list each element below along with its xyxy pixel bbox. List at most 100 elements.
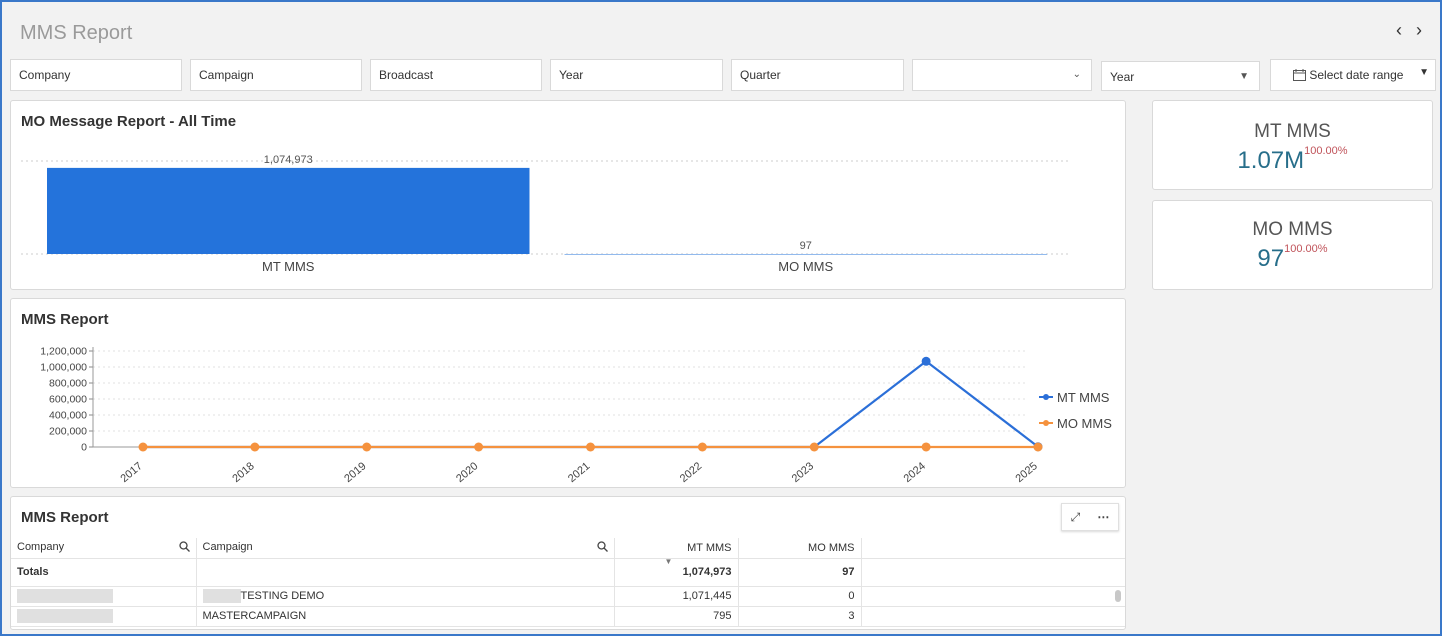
scrollbar-thumb[interactable] (1115, 589, 1121, 602)
header-company[interactable]: Company (11, 538, 197, 559)
y-tick-label: 600,000 (49, 394, 87, 406)
x-tick-label: 2017 (118, 460, 144, 485)
empty-select[interactable]: ⌄ (912, 59, 1092, 91)
app-frame: MMS Report ‹ › Company Campaign Broadcas… (0, 0, 1442, 636)
table-toolbar: ⤢ ⋯ (1061, 503, 1119, 531)
table-header-row: Company Campaign MT MMS MO MMS (11, 538, 1125, 559)
table-totals-row: Totals ▼ 1,074,973 97 (11, 557, 1125, 587)
data-point (697, 442, 707, 452)
y-tick-label: 1,000,000 (40, 362, 87, 374)
data-point (921, 356, 931, 366)
totals-mt-value: 1,074,973 (682, 566, 732, 578)
y-tick-label: 0 (81, 442, 87, 454)
bar-category-label: MT MMS (262, 259, 315, 274)
bar-value-label: 1,074,973 (264, 154, 313, 166)
year-filter[interactable]: Year (550, 59, 723, 91)
kpi-mo-value: 97100.00% (1153, 243, 1432, 273)
kpi-mt-value: 1.07M100.00% (1153, 145, 1432, 175)
redacted-company (17, 589, 113, 603)
totals-mo: 97 (738, 558, 862, 587)
totals-mt: ▼ 1,074,973 (614, 557, 739, 587)
line-chart-panel: MMS Report 1,200,000 1,000,000 800,000 600,… (10, 298, 1126, 488)
line-chart: 1,200,000 1,000,000 800,000 600,000 400,000 2… (40, 346, 1112, 486)
data-point (474, 442, 484, 452)
sort-desc-icon[interactable]: ▼ (665, 557, 673, 566)
row-mo: 3 (738, 606, 862, 627)
data-point (809, 442, 819, 452)
kpi-mo-title: MO MMS (1252, 219, 1333, 240)
bar-chart-panel: MO Message Report - All Time 1,074,973 MT… (10, 100, 1126, 290)
search-icon[interactable] (596, 541, 608, 555)
legend-label: MT MMS (1057, 390, 1110, 405)
company-filter[interactable]: Company (10, 59, 182, 91)
expand-icon[interactable]: ⤢ (1071, 510, 1081, 525)
x-tick-label: 2022 (678, 460, 704, 485)
table-row[interactable]: TESTING DEMO 1,071,445 0 (11, 586, 1125, 607)
x-tick-label: 2024 (902, 460, 928, 485)
table-row[interactable]: MASTERCAMPAIGN 795 3 (11, 606, 1125, 627)
header-mt-mms[interactable]: MT MMS (614, 538, 739, 559)
caret-down-icon: ▼ (1419, 67, 1429, 78)
kpi-mt-percent: 100.00% (1304, 145, 1348, 157)
more-icon[interactable]: ⋯ (1097, 510, 1109, 524)
x-tick-label: 2019 (342, 460, 368, 485)
bar-mo-mms (564, 253, 1047, 255)
caret-down-icon: ▼ (1239, 71, 1249, 82)
kpi-mt-title: MT MMS (1254, 121, 1331, 142)
bar-chart: 1,074,973 MT MMS 97 MO MMS (21, 154, 1071, 274)
chevron-down-icon: ⌄ (1072, 69, 1081, 80)
table-title: MMS Report (21, 509, 109, 526)
y-tick-label: 1,200,000 (40, 346, 87, 358)
header-empty (861, 538, 1125, 559)
x-tick-label: 2025 (1013, 460, 1039, 485)
row-company (11, 586, 197, 607)
chevron-left-icon[interactable]: ‹ (1396, 20, 1402, 41)
year-select[interactable]: Year ▼ (1101, 61, 1260, 91)
app-title: MMS Report (20, 22, 133, 44)
row-empty (861, 586, 1125, 607)
kpi-mo-number: 97 (1257, 245, 1285, 272)
y-tick-label: 400,000 (49, 410, 87, 422)
x-tick-label: 2023 (790, 460, 816, 485)
campaign-filter-label: Campaign (199, 68, 254, 82)
kpi-mt-mms: MT MMS 1.07M100.00% (1152, 100, 1433, 190)
x-tick-label: 2020 (454, 460, 480, 485)
series-line-mt-mms (143, 359, 1039, 449)
kpi-mo-mms: MO MMS 97100.00% (1152, 200, 1433, 290)
y-tick-label: 200,000 (49, 426, 87, 438)
header-campaign[interactable]: Campaign (196, 538, 615, 559)
broadcast-filter[interactable]: Broadcast (370, 59, 542, 91)
company-filter-label: Company (19, 68, 71, 82)
row-empty (861, 606, 1125, 627)
x-tick-label: 2018 (230, 460, 256, 485)
legend-label: MO MMS (1057, 416, 1112, 431)
row-campaign-text: TESTING DEMO (240, 589, 325, 602)
sheet-navigation: ‹ › (1396, 20, 1422, 41)
date-range-picker[interactable]: Select date range ▼ (1270, 59, 1436, 91)
row-campaign: TESTING DEMO (196, 586, 615, 607)
quarter-filter-label: Quarter (740, 68, 781, 82)
bar-category-label: MO MMS (778, 259, 833, 274)
redacted-company (17, 609, 113, 623)
row-mt: 795 (614, 606, 739, 627)
row-company (11, 606, 197, 627)
x-tick-label: 2021 (566, 460, 592, 485)
legend-marker (1043, 420, 1049, 426)
chevron-right-icon[interactable]: › (1416, 20, 1422, 41)
header-mo-mms[interactable]: MO MMS (738, 538, 862, 559)
data-point (250, 442, 260, 452)
totals-empty (861, 558, 1125, 587)
quarter-filter[interactable]: Quarter (731, 59, 904, 91)
header-campaign-label: Campaign (202, 540, 253, 553)
data-point (138, 442, 148, 452)
search-icon[interactable] (178, 541, 190, 555)
data-point (1033, 442, 1043, 452)
bar-mt-mms (47, 167, 530, 254)
campaign-filter[interactable]: Campaign (190, 59, 362, 91)
date-range-label: Select date range (1309, 68, 1404, 82)
kpi-mt-number: 1.07M (1237, 147, 1305, 174)
bar-value-label: 97 (800, 240, 812, 252)
kpi-mo-percent: 100.00% (1284, 243, 1328, 255)
header-company-label: Company (17, 540, 65, 553)
data-point (586, 442, 595, 452)
